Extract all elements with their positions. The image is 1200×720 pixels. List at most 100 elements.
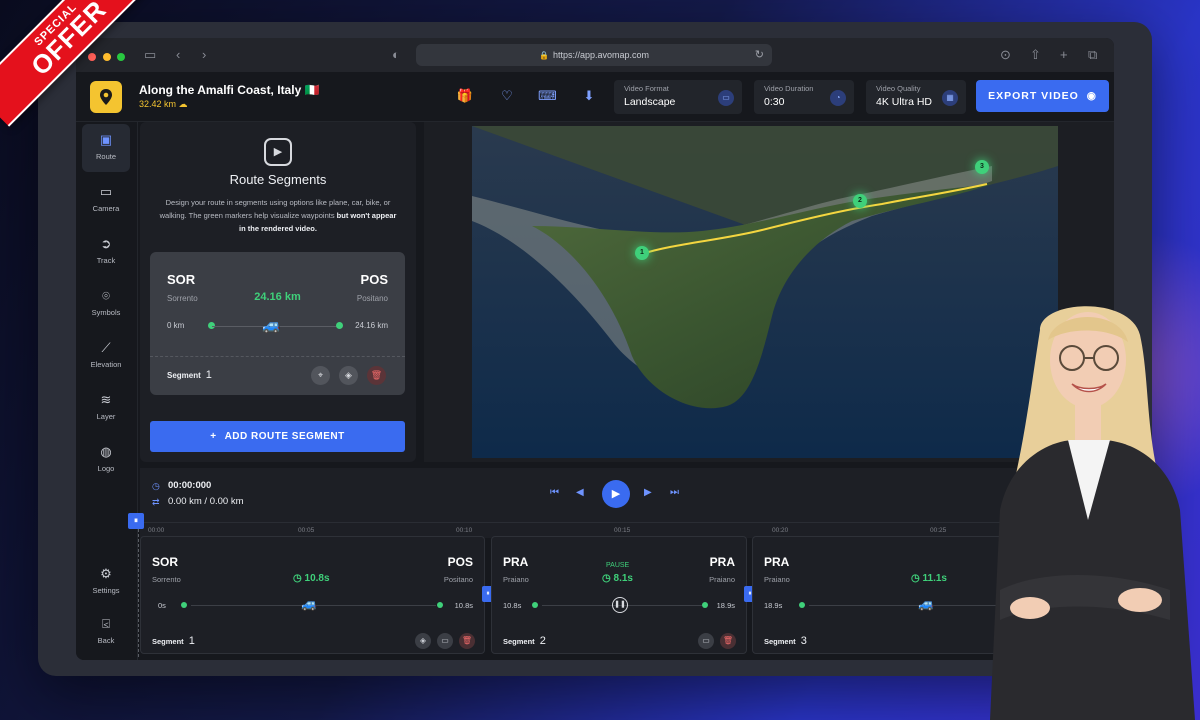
- video-quality-select[interactable]: Video Quality 4K Ultra HD ▦: [866, 80, 966, 114]
- nav-item-elevation[interactable]: ⟋ Elevation: [82, 332, 130, 380]
- timer-icon: ◷: [293, 573, 305, 584]
- segment-word: Segment: [503, 637, 535, 646]
- route-segments-panel: ▶ Route Segments Design your route in se…: [140, 122, 416, 462]
- end-marker: [437, 602, 443, 608]
- nav-item-route[interactable]: ▣ Route: [82, 124, 130, 172]
- start-time: 0s: [158, 601, 166, 610]
- nav-item-logo[interactable]: ◍ Logo: [82, 436, 130, 484]
- lock-icon: 🔒: [538, 51, 549, 60]
- elevation-chart-icon: ⟋: [101, 340, 111, 355]
- sidebar-toggle-icon[interactable]: ▭: [144, 47, 156, 63]
- start-distance: 0 km: [167, 321, 185, 330]
- video-duration-select[interactable]: Video Duration 0:30 ◔: [754, 80, 854, 114]
- video-format-label: Video Format: [624, 84, 669, 93]
- nav-label: Layer: [96, 412, 116, 421]
- segment-label: Segment 3: [764, 635, 807, 647]
- start-time: 18.9s: [764, 601, 783, 610]
- waypoint-marker-2[interactable]: 2: [853, 194, 867, 208]
- timeline-segment-2[interactable]: PRA Praiano PRA Praiano PAUSE ◷ 8.1s 10.…: [491, 536, 747, 654]
- nav-label: Track: [96, 256, 116, 265]
- playhead-line: [138, 529, 139, 657]
- location-pin-icon: ⌾: [102, 288, 110, 303]
- car-icon[interactable]: 🚙: [262, 316, 281, 334]
- ruler-tick: 00:25: [930, 527, 947, 534]
- timeline-segment-1[interactable]: SOR Sorrento POS Positano ◷ 10.8s 0s 🚙 1…: [140, 536, 485, 654]
- waypoint-icon[interactable]: ◈: [415, 633, 431, 649]
- download-icon[interactable]: ⊙: [1000, 47, 1011, 63]
- delete-icon[interactable]: 🗑: [720, 633, 736, 649]
- end-time: 10.8s: [454, 601, 473, 610]
- plus-icon: +: [210, 431, 217, 442]
- timer-icon: ◷: [602, 573, 614, 584]
- save-icon[interactable]: ⬇: [580, 88, 598, 106]
- add-route-segment-button[interactable]: + ADD ROUTE SEGMENT: [150, 421, 405, 452]
- camera-icon[interactable]: ▭: [437, 633, 453, 649]
- playback-time: 00:00:000: [168, 480, 212, 491]
- new-tab-icon[interactable]: +: [1060, 47, 1068, 62]
- route-segments-icon: ▶: [264, 138, 292, 166]
- address-bar[interactable]: 🔒 https://app.avomap.com ↻: [416, 44, 772, 66]
- to-code: POS: [360, 272, 388, 287]
- nav-item-camera[interactable]: ▭ Camera: [82, 176, 130, 224]
- video-format-select[interactable]: Video Format Landscape ▭: [614, 80, 742, 114]
- keyboard-icon[interactable]: ⌨: [538, 88, 557, 106]
- step-forward-icon[interactable]: ▶: [644, 487, 652, 498]
- delete-icon[interactable]: 🗑: [367, 366, 386, 385]
- skip-end-icon[interactable]: ⏭: [670, 487, 679, 498]
- car-icon[interactable]: 🚙: [301, 596, 317, 612]
- segment-number: 2: [539, 635, 546, 647]
- pause-icon[interactable]: ❚❚: [612, 597, 628, 613]
- nav-item-layer[interactable]: ≋ Layer: [82, 384, 130, 432]
- screen-icon: ▭: [718, 90, 734, 106]
- nav-item-back[interactable]: ⍃ Back: [82, 608, 130, 656]
- start-marker: [532, 602, 538, 608]
- forward-arrow-icon[interactable]: ›: [202, 47, 206, 62]
- from-name: Praiano: [764, 575, 790, 584]
- app-logo[interactable]: [90, 81, 122, 113]
- to-code: PRA: [709, 555, 735, 569]
- reload-icon[interactable]: ↻: [755, 44, 764, 66]
- nav-item-track[interactable]: ➲ Track: [82, 228, 130, 276]
- delete-icon[interactable]: 🗑: [459, 633, 475, 649]
- clock-icon: ◔: [830, 90, 846, 106]
- video-format-value: Landscape: [624, 96, 676, 108]
- from-code: PRA: [503, 555, 529, 569]
- nav-item-settings[interactable]: ⚙ Settings: [82, 558, 130, 606]
- from-name: Praiano: [503, 575, 529, 584]
- card-divider: [150, 356, 405, 357]
- car-icon[interactable]: 🚙: [918, 596, 934, 612]
- skip-start-icon[interactable]: ⏮: [550, 487, 559, 498]
- project-title[interactable]: Along the Amalfi Coast, Italy 🇮🇹: [139, 83, 320, 97]
- gift-icon[interactable]: 🎁: [456, 88, 474, 106]
- waypoint-icon[interactable]: ◈: [339, 366, 358, 385]
- add-route-segment-label: ADD ROUTE SEGMENT: [224, 431, 345, 442]
- record-icon: ◉: [1086, 90, 1097, 102]
- export-video-button[interactable]: EXPORT VIDEO ◉: [976, 80, 1109, 112]
- route-segment-card[interactable]: SOR Sorrento POS Positano 24.16 km 0 km …: [150, 252, 405, 395]
- step-back-icon[interactable]: ◀: [576, 487, 584, 498]
- waypoint-marker-3[interactable]: 3: [975, 160, 989, 174]
- tabs-overview-icon[interactable]: ⧉: [1088, 47, 1097, 63]
- to-name: Positano: [443, 575, 473, 584]
- clock-icon: ◷: [152, 481, 160, 491]
- window-controls[interactable]: [88, 49, 126, 64]
- target-icon[interactable]: ⌖: [311, 366, 330, 385]
- heart-shield-icon[interactable]: ♡: [498, 88, 516, 106]
- back-arrow-icon[interactable]: ‹: [176, 47, 180, 62]
- nav-item-symbols[interactable]: ⌾ Symbols: [82, 280, 130, 328]
- share-icon[interactable]: ⇧: [1030, 47, 1041, 63]
- start-time: 10.8s: [503, 601, 522, 610]
- camera-icon[interactable]: ▭: [698, 633, 714, 649]
- start-marker: [799, 602, 805, 608]
- left-navigation: ▣ Route ▭ Camera ➲ Track ⌾ Symbols ⟋ Ele…: [76, 122, 138, 660]
- segment-label: Segment 1: [167, 369, 212, 381]
- playhead-handle[interactable]: ⏸: [128, 513, 144, 529]
- layers-icon: ≋: [100, 392, 112, 407]
- nav-label: Symbols: [91, 308, 121, 317]
- nav-label: Elevation: [90, 360, 122, 369]
- play-button[interactable]: ▶: [602, 480, 630, 508]
- waypoint-marker-1[interactable]: 1: [635, 246, 649, 260]
- from-name: Sorrento: [152, 575, 181, 584]
- duration-value: 11.1s: [922, 573, 947, 584]
- shield-icon[interactable]: ◐: [392, 47, 400, 62]
